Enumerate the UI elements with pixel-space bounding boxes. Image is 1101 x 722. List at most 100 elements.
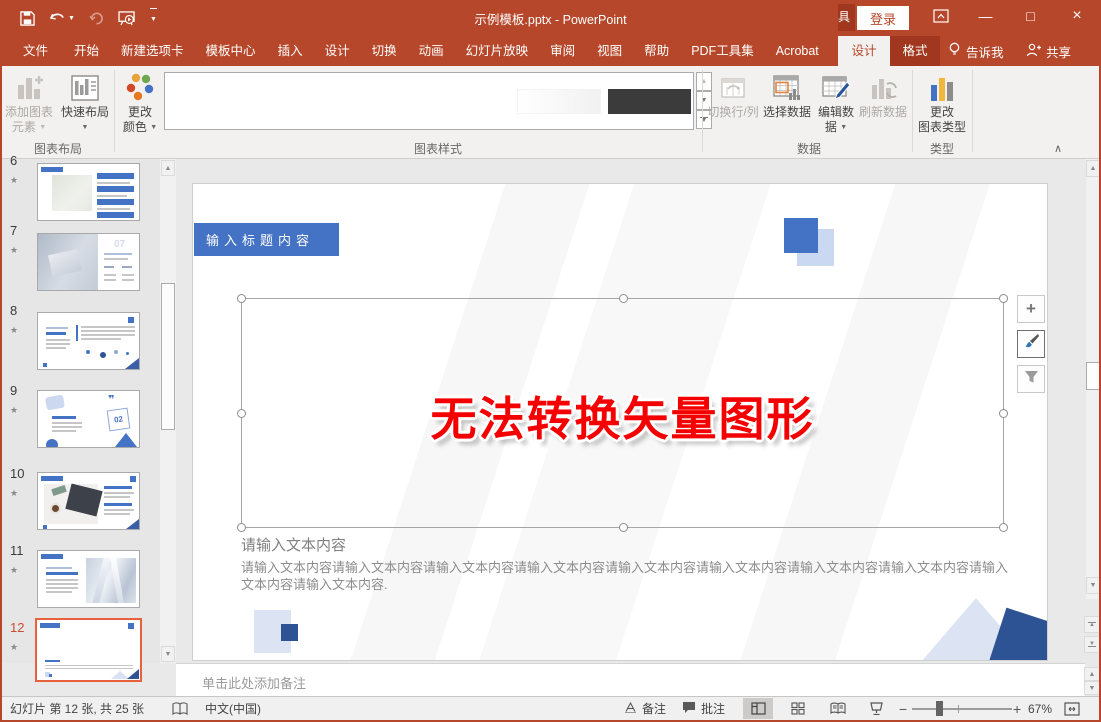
zoom-level[interactable]: 67% xyxy=(1028,697,1052,720)
reading-view-button[interactable] xyxy=(823,698,853,719)
scroll-up-icon[interactable]: ▲ xyxy=(1086,160,1100,177)
zoom-slider-track[interactable] xyxy=(912,708,1012,710)
notes-placeholder[interactable]: 单击此处添加备注 xyxy=(202,673,306,692)
notes-toggle[interactable]: 备注 xyxy=(624,697,666,720)
normal-view-button[interactable] xyxy=(743,698,773,719)
slide-thumbnail-9[interactable]: ❞ 02 xyxy=(37,390,140,448)
tab-transitions[interactable]: 切换 xyxy=(361,36,408,66)
undo-dropdown-icon[interactable]: ▼ xyxy=(68,15,75,22)
thumbnail-scrollbar-thumb[interactable] xyxy=(161,283,175,430)
chart-style-preview-dark[interactable] xyxy=(608,89,691,114)
start-slideshow-icon[interactable] xyxy=(118,11,136,26)
slide-number: 9 xyxy=(10,383,17,398)
tab-insert[interactable]: 插入 xyxy=(267,36,314,66)
mini-shape: ❞ xyxy=(108,393,114,406)
mini-shape xyxy=(104,258,128,260)
group-label-type: 类型 xyxy=(912,140,972,157)
tab-pdf-tools[interactable]: PDF工具集 xyxy=(680,36,765,66)
mini-shape xyxy=(130,476,136,482)
tab-chart-format[interactable]: 格式 xyxy=(890,36,940,66)
slide-thumbnail-11[interactable] xyxy=(37,550,140,608)
tab-new-custom[interactable]: 新建选项卡 xyxy=(110,36,195,66)
tell-me-button[interactable]: 告诉我 xyxy=(948,36,1004,66)
thumbnail-scrollbar[interactable]: ▲ ▼ xyxy=(160,159,176,663)
tab-help[interactable]: 帮助 xyxy=(633,36,680,66)
mini-shape xyxy=(104,513,130,515)
zoom-out-button[interactable]: − xyxy=(899,697,907,720)
redo-icon[interactable] xyxy=(89,11,104,25)
spellcheck-icon[interactable] xyxy=(172,697,188,720)
mini-shape xyxy=(41,167,63,172)
tab-file[interactable]: 文件 xyxy=(8,36,63,66)
slide-thumbnail-6[interactable] xyxy=(37,163,140,221)
language-indicator[interactable]: 中文(中国) xyxy=(205,697,261,720)
resize-handle-sw[interactable] xyxy=(237,523,246,532)
resize-handle-ne[interactable] xyxy=(999,294,1008,303)
slide-thumbnail-8[interactable] xyxy=(37,312,140,370)
notes-scroll-down-button[interactable]: ▼ xyxy=(1084,681,1100,695)
sign-in-button[interactable]: 登录 xyxy=(857,6,909,30)
slideshow-view-button[interactable] xyxy=(861,698,891,719)
zoom-slider-thumb[interactable] xyxy=(936,701,943,716)
undo-button[interactable]: ▼ xyxy=(49,11,75,25)
change-colors-button[interactable]: 更改颜色 ▼ xyxy=(117,69,163,155)
scroll-up-icon[interactable]: ▲ xyxy=(161,160,175,176)
next-slide-button[interactable]: ▼ xyxy=(1084,636,1100,653)
resize-handle-se[interactable] xyxy=(999,523,1008,532)
mini-shape: 02 xyxy=(107,408,131,432)
tab-animations[interactable]: 动画 xyxy=(408,36,455,66)
resize-handle-nw[interactable] xyxy=(237,294,246,303)
resize-handle-e[interactable] xyxy=(999,409,1008,418)
fit-to-window-button[interactable] xyxy=(1064,697,1080,720)
slide-thumbnail-12-selected[interactable] xyxy=(35,618,142,682)
resize-handle-n[interactable] xyxy=(619,294,628,303)
collapse-ribbon-button[interactable]: ∧ xyxy=(1048,142,1068,155)
tab-acrobat[interactable]: Acrobat xyxy=(765,36,830,66)
status-bar: 幻灯片 第 12 张, 共 25 张 中文(中国) 备注 批注 − + 67% xyxy=(0,696,1101,720)
slide-title-placeholder[interactable]: 输入标题内容 xyxy=(194,223,339,256)
ribbon-display-options-button[interactable] xyxy=(918,0,963,32)
comment-icon xyxy=(682,701,696,717)
body-text[interactable]: 请输入文本内容请输入文本内容请输入文本内容请输入文本内容请输入文本内容请输入文本… xyxy=(241,560,1009,593)
chart-styles-button[interactable] xyxy=(1017,330,1045,358)
slide-number: 7 xyxy=(10,223,17,238)
slide-counter[interactable]: 幻灯片 第 12 张, 共 25 张 xyxy=(10,697,144,720)
slide-thumbnail-10[interactable] xyxy=(37,472,140,530)
chart-styles-gallery[interactable] xyxy=(164,72,694,130)
minimize-button[interactable]: — xyxy=(963,0,1008,32)
edit-data-icon xyxy=(814,69,858,105)
scroll-down-icon[interactable]: ▼ xyxy=(161,646,175,662)
slide-sorter-view-button[interactable] xyxy=(783,698,813,719)
tab-view[interactable]: 视图 xyxy=(586,36,633,66)
share-button[interactable]: 共享 xyxy=(1026,36,1071,66)
scroll-down-icon[interactable]: ▼ xyxy=(1086,577,1100,594)
tab-design[interactable]: 设计 xyxy=(314,36,361,66)
resize-handle-s[interactable] xyxy=(619,523,628,532)
mini-shape xyxy=(41,554,63,559)
chart-placeholder-selection[interactable]: 无法转换矢量图形 xyxy=(241,298,1004,528)
tab-chart-design-active[interactable]: 设计 xyxy=(838,36,890,66)
main-scrollbar-thumb[interactable] xyxy=(1086,362,1100,390)
workspace: 6 ★ 7 ★ 07 xyxy=(0,159,1101,663)
save-icon[interactable] xyxy=(20,11,35,26)
notes-pane[interactable]: 单击此处添加备注 xyxy=(176,663,1085,696)
tab-template-center[interactable]: 模板中心 xyxy=(195,36,267,66)
resize-handle-w[interactable] xyxy=(237,409,246,418)
tab-slideshow[interactable]: 幻灯片放映 xyxy=(455,36,540,66)
notes-scroll-up-button[interactable]: ▲ xyxy=(1084,667,1100,681)
chart-filters-button[interactable] xyxy=(1017,365,1045,393)
chart-style-preview-light[interactable] xyxy=(517,89,601,114)
body-heading[interactable]: 请输入文本内容 xyxy=(241,534,346,555)
maximize-button[interactable]: □ xyxy=(1008,0,1053,32)
tab-review[interactable]: 审阅 xyxy=(539,36,586,66)
chart-elements-button[interactable]: + xyxy=(1017,295,1045,323)
comments-toggle[interactable]: 批注 xyxy=(682,697,725,720)
zoom-in-button[interactable]: + xyxy=(1013,697,1021,720)
mini-shape xyxy=(126,352,129,355)
previous-slide-button[interactable]: ▲ xyxy=(1084,616,1100,633)
slide-canvas[interactable]: 输入标题内容 无法转换矢量图形 请输入文本内容 请输入文本内容请输入文本内容请输… xyxy=(192,183,1048,661)
close-button[interactable]: × xyxy=(1053,0,1101,32)
slide-thumbnail-7[interactable]: 07 xyxy=(37,233,140,291)
customize-qat-icon[interactable]: ▼ xyxy=(150,8,157,28)
tab-home[interactable]: 开始 xyxy=(63,36,110,66)
